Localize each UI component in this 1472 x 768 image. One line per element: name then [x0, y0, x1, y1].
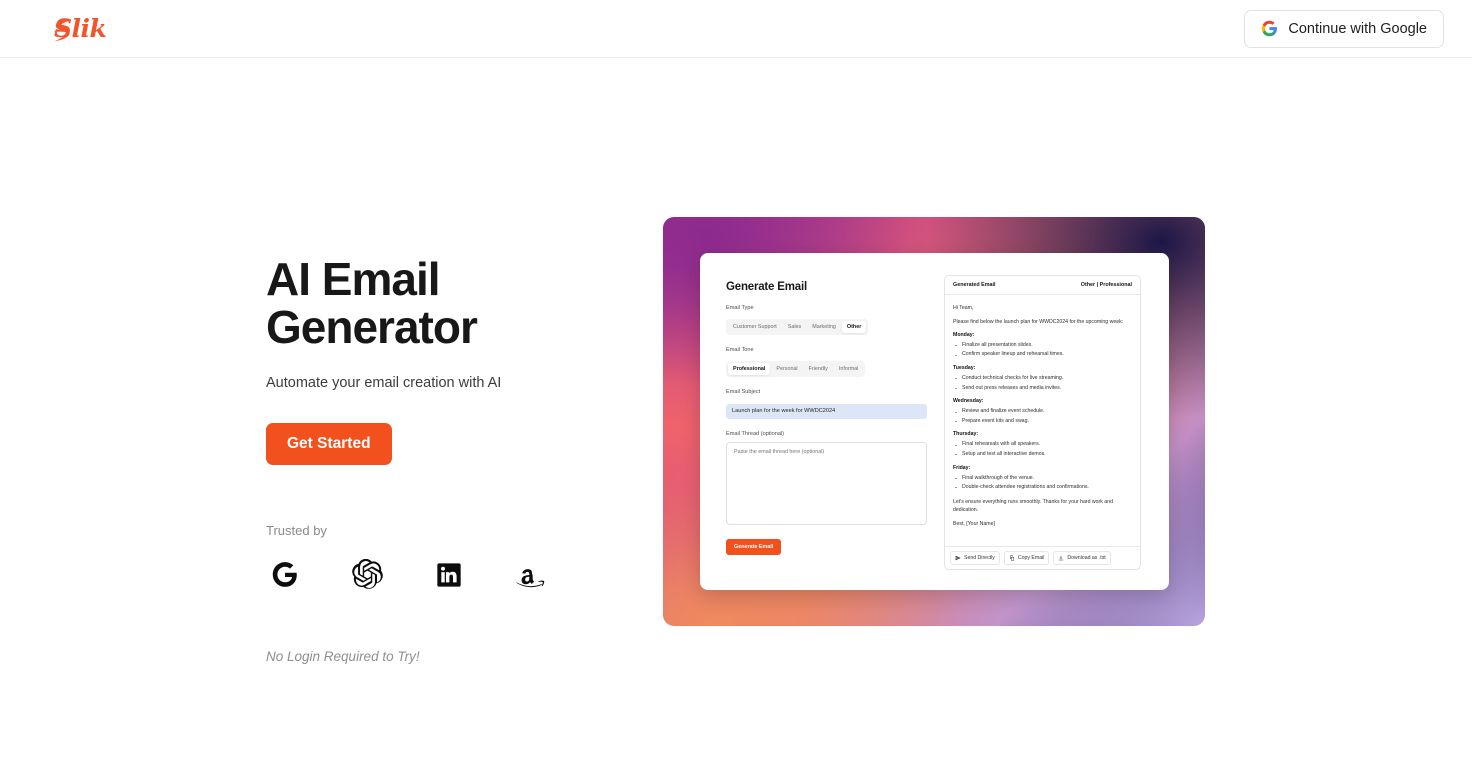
trusted-by-label: Trusted by: [266, 522, 327, 538]
email-type-option-sales[interactable]: Sales: [783, 321, 807, 333]
email-intro: Please find below the launch plan for WW…: [953, 319, 1124, 326]
list-item: Final walkthrough of the venue.: [953, 475, 1132, 483]
email-tone-option-professional[interactable]: Professional: [728, 363, 771, 375]
email-day-heading: Monday:: [953, 332, 975, 339]
email-greeting: Hi Team,: [953, 305, 974, 311]
list-item: Confirm speaker lineup and rehearsal tim…: [953, 351, 1132, 359]
google-logo: [266, 556, 304, 594]
list-item: Setup and test all interactive demos.: [953, 451, 1132, 459]
google-g-icon: [1262, 20, 1278, 37]
app-window: Generate Email Email Type Customer Suppo…: [700, 253, 1169, 590]
product-screenshot-mockup: Generate Email Email Type Customer Suppo…: [663, 217, 1205, 626]
email-day-heading: Friday:: [953, 464, 971, 471]
hero-subtitle: Automate your email creation with AI: [266, 374, 502, 391]
generated-email-title: Generated Email: [953, 282, 996, 288]
copy-icon: [1009, 555, 1014, 561]
generated-email-actions: Send Directly Copy Email Download as .tx…: [945, 546, 1140, 569]
email-thread-label: Email Thread (optional): [726, 430, 785, 437]
email-closing: Let's ensure everything runs smoothly. T…: [953, 498, 1113, 513]
brand-logo[interactable]: Slik: [28, 9, 107, 49]
copy-email-label: Copy Email: [1017, 555, 1045, 561]
form-title: Generate Email: [726, 281, 807, 293]
google-button-label: Continue with Google: [1288, 20, 1427, 37]
email-tone-option-personal[interactable]: Personal: [771, 363, 802, 375]
email-type-option-customer-support[interactable]: Customer Support: [728, 321, 782, 333]
email-day-list: Final walkthrough of the venue. Double-c…: [953, 475, 1132, 492]
hero-section: AI Email Generator Automate your email c…: [266, 255, 646, 664]
openai-logo: [348, 556, 386, 594]
send-directly-button[interactable]: Send Directly: [950, 551, 1000, 565]
email-type-label: Email Type: [726, 305, 754, 311]
email-day-heading: Tuesday:: [953, 365, 976, 372]
email-tone-label: Email Tone: [726, 347, 754, 353]
email-subject-input[interactable]: [726, 403, 927, 419]
email-tone-segmented-control[interactable]: Professional Personal Friendly Informal: [726, 361, 866, 377]
linkedin-logo: [430, 556, 468, 594]
trusted-by-logos: [266, 556, 646, 594]
logo-wordmark: Slik: [54, 16, 107, 42]
email-type-option-other[interactable]: Other: [841, 321, 867, 333]
send-directly-label: Send Directly: [964, 555, 995, 561]
email-thread-textarea[interactable]: [726, 441, 927, 525]
email-type-segmented-control[interactable]: Customer Support Sales Marketing Other: [726, 319, 869, 335]
download-icon: [1059, 555, 1064, 561]
email-day-heading: Thursday:: [953, 431, 979, 438]
email-day-list: Conduct technical checks for live stream…: [953, 375, 1132, 392]
email-day-list: Finalize all presentation slides. Confir…: [953, 342, 1132, 359]
email-tone-option-friendly[interactable]: Friendly: [804, 363, 833, 375]
generate-email-form: Generate Email Email Type Customer Suppo…: [726, 275, 931, 570]
download-txt-button[interactable]: Download as .txt: [1053, 551, 1111, 565]
generated-email-panel: Generated Email Other | Professional Hi …: [944, 275, 1141, 570]
email-subject-label: Email Subject: [726, 389, 761, 395]
amazon-logo: [512, 556, 550, 594]
list-item: Finalize all presentation slides.: [953, 342, 1132, 350]
lightning-bolt-icon: [54, 18, 71, 42]
no-login-note: No Login Required to Try!: [266, 648, 420, 664]
list-item: Conduct technical checks for live stream…: [953, 375, 1132, 383]
site-header: Slik Continue with Google: [0, 0, 1472, 58]
email-day-heading: Wednesday:: [953, 398, 984, 405]
generated-email-body: Hi Team, Please find below the launch pl…: [945, 295, 1140, 546]
page-title: AI Email Generator: [266, 253, 478, 354]
continue-with-google-button[interactable]: Continue with Google: [1244, 9, 1444, 48]
email-type-option-marketing[interactable]: Marketing: [807, 321, 841, 333]
generate-email-button[interactable]: Generate Email: [726, 538, 782, 555]
list-item: Double-check attendee registrations and …: [953, 484, 1132, 492]
list-item: Final rehearsals with all speakers.: [953, 441, 1132, 449]
get-started-button[interactable]: Get Started: [266, 422, 392, 465]
email-signoff: Best, [Your Name]: [953, 520, 995, 527]
copy-email-button[interactable]: Copy Email: [1003, 551, 1050, 565]
send-icon: [955, 555, 961, 561]
list-item: Send out press releases and media invite…: [953, 385, 1132, 393]
email-day-list: Review and finalize event schedule. Prep…: [953, 408, 1132, 425]
generated-email-meta: Other | Professional: [1080, 282, 1132, 288]
email-day-list: Final rehearsals with all speakers. Setu…: [953, 441, 1132, 458]
email-tone-option-informal[interactable]: Informal: [834, 363, 863, 375]
list-item: Review and finalize event schedule.: [953, 408, 1132, 416]
generated-email-header: Generated Email Other | Professional: [945, 276, 1140, 295]
list-item: Prepare event kits and swag.: [953, 418, 1132, 426]
download-txt-label: Download as .txt: [1067, 555, 1106, 561]
